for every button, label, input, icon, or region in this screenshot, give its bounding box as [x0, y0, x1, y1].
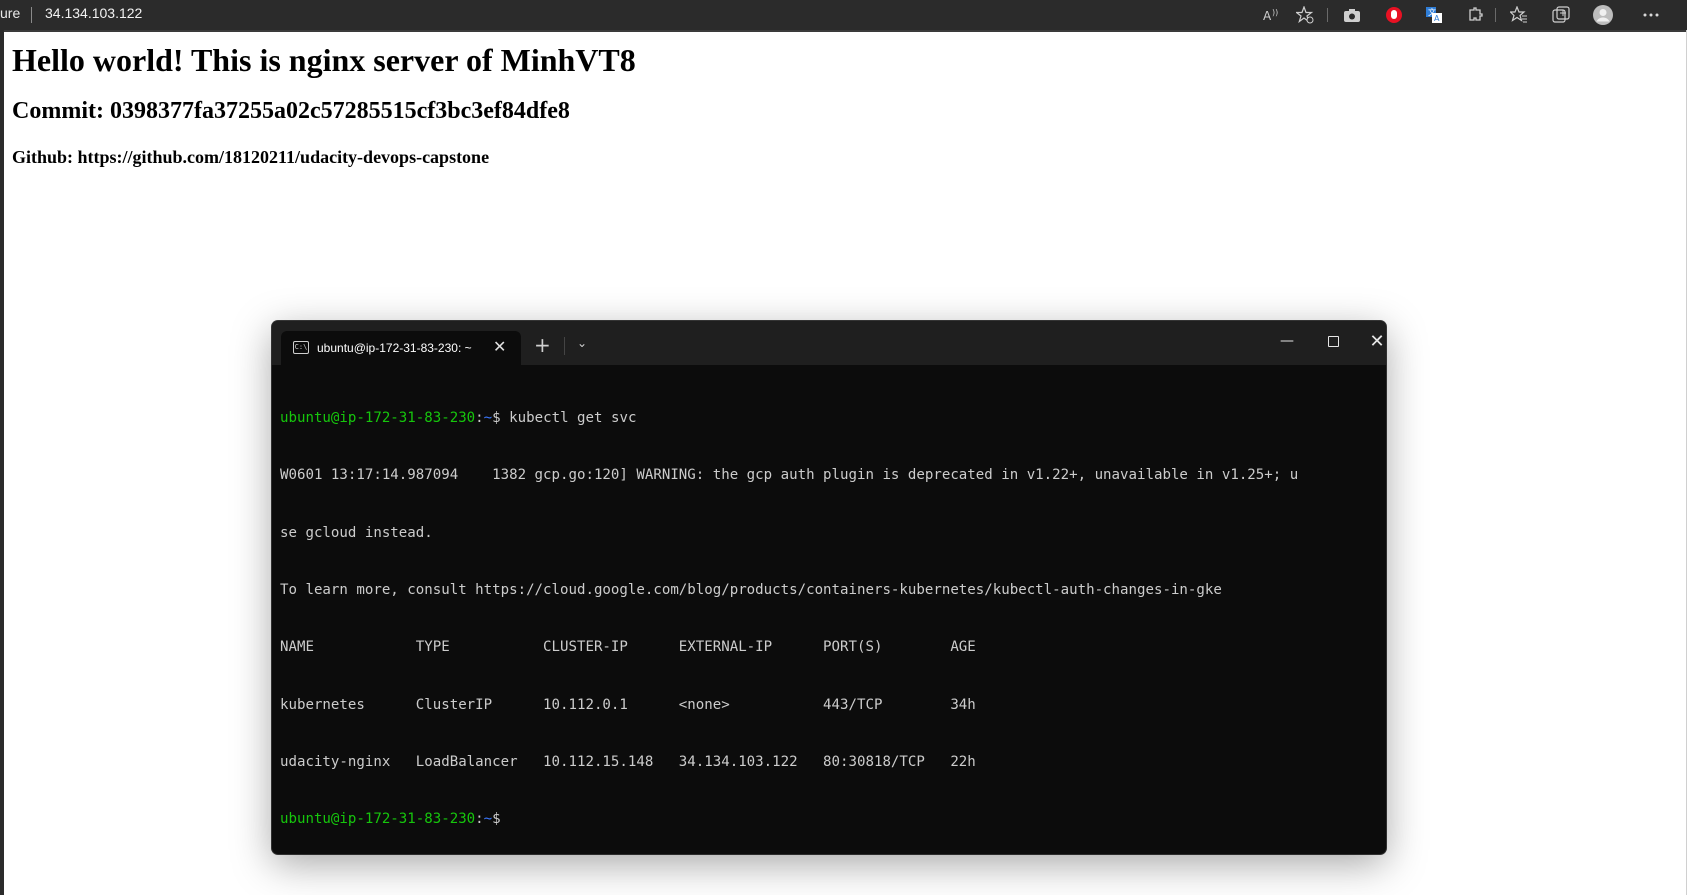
svg-text:)): )): [1272, 8, 1278, 17]
page-heading: Hello world! This is nginx server of Min…: [12, 42, 636, 78]
output-line: W0601 13:17:14.987094 1382 gcp.go:120] W…: [280, 467, 1299, 484]
prompt-separator: :: [475, 811, 484, 828]
address-divider: [31, 7, 32, 23]
collections-icon[interactable]: [1549, 3, 1573, 27]
extension-red-icon[interactable]: [1382, 3, 1406, 27]
window-frame-left: [0, 30, 4, 895]
close-window-button[interactable]: ✕: [1362, 329, 1386, 353]
command-line: ubuntu@ip-172-31-83-230:~$ kubectl get s…: [280, 409, 1380, 428]
svg-text:A: A: [1263, 9, 1272, 23]
screenshot-icon[interactable]: [1340, 3, 1364, 27]
prompt-path: ~: [483, 410, 493, 427]
new-tab-button[interactable]: +: [534, 333, 551, 357]
read-aloud-icon[interactable]: A)): [1259, 3, 1283, 27]
output-line: To learn more, consult https://cloud.goo…: [280, 582, 1222, 599]
translate-icon[interactable]: 文A: [1422, 3, 1446, 27]
prompt-symbol: $: [492, 410, 501, 427]
prompt-line: ubuntu@ip-172-31-83-230:~$: [280, 810, 1380, 829]
table-row: udacity-nginx LoadBalancer 10.112.15.148…: [280, 753, 976, 770]
browser-toolbar: ure 34.134.103.122 A)) 文A: [0, 0, 1687, 30]
toolbar-divider: [1495, 8, 1496, 22]
command-text: kubectl get svc: [500, 410, 637, 427]
prompt-user: ubuntu@ip-172-31-83-230: [280, 410, 476, 427]
terminal-titlebar[interactable]: C:\ ubuntu@ip-172-31-83-230: ~ ✕ + ⌄ — ✕: [272, 321, 1386, 365]
tab-divider: [564, 337, 565, 355]
prompt-user: ubuntu@ip-172-31-83-230: [280, 811, 476, 828]
terminal-output[interactable]: ubuntu@ip-172-31-83-230:~$ kubectl get s…: [280, 371, 1380, 854]
table-header-row: NAME TYPE CLUSTER-IP EXTERNAL-IP PORT(S)…: [280, 639, 976, 656]
output-line: se gcloud instead.: [280, 524, 433, 541]
favorites-icon[interactable]: [1507, 3, 1531, 27]
prompt-path: ~: [483, 811, 493, 828]
window-frame-top: [4, 30, 1687, 32]
profile-icon[interactable]: [1591, 3, 1615, 27]
toolbar-divider: [1327, 8, 1328, 22]
chevron-down-icon[interactable]: ⌄: [577, 336, 587, 350]
favorite-add-icon[interactable]: [1293, 3, 1317, 27]
commit-text: Commit: 0398377fa37255a02c57285515cf3bc3…: [12, 98, 570, 124]
close-tab-icon[interactable]: ✕: [493, 337, 506, 357]
extensions-icon[interactable]: [1463, 3, 1487, 27]
github-text: Github: https://github.com/18120211/udac…: [12, 147, 490, 167]
maximize-icon: [1327, 335, 1339, 347]
svg-text:A: A: [1434, 14, 1440, 23]
toolbar-icons: A)) 文A: [1247, 0, 1687, 30]
terminal-tab[interactable]: C:\ ubuntu@ip-172-31-83-230: ~ ✕: [281, 331, 521, 365]
table-row: kubernetes ClusterIP 10.112.0.1 <none> 4…: [280, 696, 976, 713]
terminal-tab-title: ubuntu@ip-172-31-83-230: ~: [317, 341, 472, 355]
more-icon[interactable]: [1639, 3, 1663, 27]
maximize-button[interactable]: [1318, 329, 1348, 353]
prompt-separator: :: [475, 410, 484, 427]
terminal-icon: C:\: [293, 341, 309, 354]
terminal-window[interactable]: C:\ ubuntu@ip-172-31-83-230: ~ ✕ + ⌄ — ✕…: [272, 321, 1386, 854]
minimize-button[interactable]: —: [1272, 329, 1302, 353]
prompt-symbol: $: [492, 811, 501, 828]
security-label[interactable]: ure: [0, 5, 20, 21]
address-bar[interactable]: 34.134.103.122: [45, 5, 142, 21]
